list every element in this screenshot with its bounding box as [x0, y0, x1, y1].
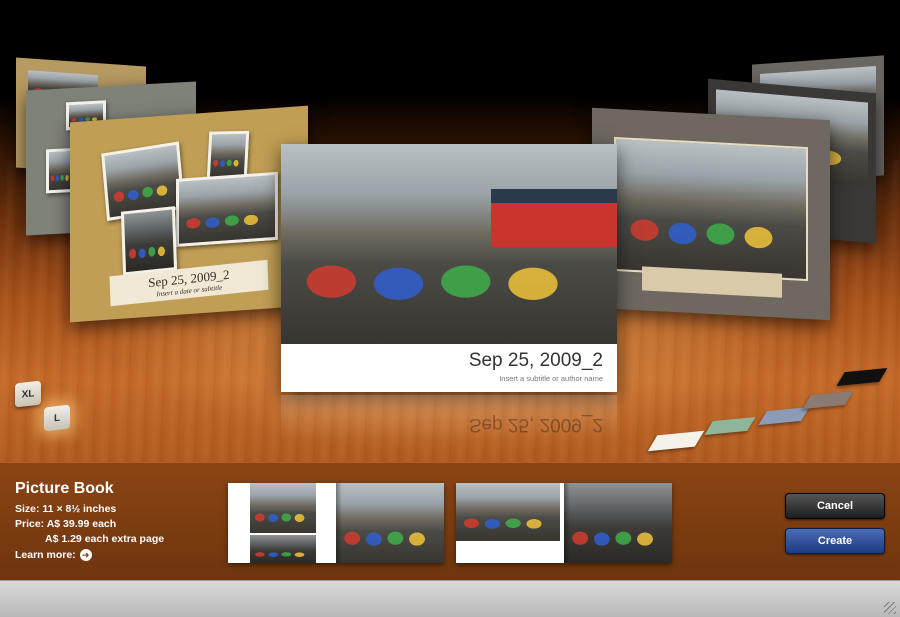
arrow-right-icon[interactable]: ➜	[79, 549, 92, 561]
sample-spread-2	[456, 483, 672, 563]
book-photo	[176, 171, 278, 247]
book-reflection: Sep 25, 2009_2	[281, 395, 617, 440]
resize-grip-icon[interactable]	[884, 602, 896, 614]
spread-photo	[336, 483, 444, 563]
theme-book-right[interactable]	[592, 107, 830, 321]
theme-carousel[interactable]: Sep 25, 2009_2 Insert a date or subtitle…	[0, 0, 900, 462]
size-l-button[interactable]: L	[44, 404, 70, 432]
book-title[interactable]: Sep 25, 2009_2	[469, 350, 603, 372]
learn-more-link[interactable]: Learn more: ➜	[15, 549, 92, 561]
size-xl-button[interactable]: XL	[15, 380, 41, 408]
book-subtitle[interactable]: Insert a subtitle or author name	[499, 374, 603, 383]
product-extra-page-price: A$ 1.29 each extra page	[45, 533, 165, 545]
spread-photo	[250, 483, 316, 533]
swatch-white[interactable]	[647, 430, 705, 452]
theme-book-left[interactable]: Sep 25, 2009_2 Insert a date or subtitle	[70, 105, 308, 323]
window-bottom-bar	[0, 580, 900, 617]
book-photo	[206, 130, 250, 180]
spread-photo	[564, 483, 672, 563]
spread-gutter	[564, 483, 570, 563]
sample-spread-1	[228, 483, 444, 563]
swatch-green[interactable]	[704, 416, 756, 436]
create-button[interactable]: Create	[785, 528, 885, 554]
size-xl-label: XL	[21, 387, 35, 401]
selected-theme-book[interactable]: Sep 25, 2009_2 Insert a subtitle or auth…	[281, 144, 617, 392]
cancel-button[interactable]: Cancel	[785, 493, 885, 519]
spread-gutter	[336, 483, 342, 563]
reflection-title: Sep 25, 2009_2	[468, 414, 603, 435]
product-name: Picture Book	[15, 480, 114, 497]
product-price: Price: A$ 39.99 each	[15, 518, 117, 530]
swatch-blue[interactable]	[758, 406, 810, 426]
spread-photo	[456, 483, 560, 541]
cover-photo	[281, 144, 617, 344]
size-l-label: L	[53, 412, 61, 424]
product-info-bar: Picture Book Size: 11 × 8½ inches Price:…	[0, 462, 900, 581]
swatch-taupe[interactable]	[802, 390, 854, 410]
swatch-black[interactable]	[836, 367, 888, 387]
learn-more-label: Learn more:	[15, 549, 76, 561]
book-photo	[614, 136, 808, 282]
bus-in-photo	[491, 189, 617, 247]
book-photo	[120, 206, 178, 276]
spread-photo	[250, 535, 316, 563]
product-size: Size: 11 × 8½ inches	[15, 503, 117, 515]
